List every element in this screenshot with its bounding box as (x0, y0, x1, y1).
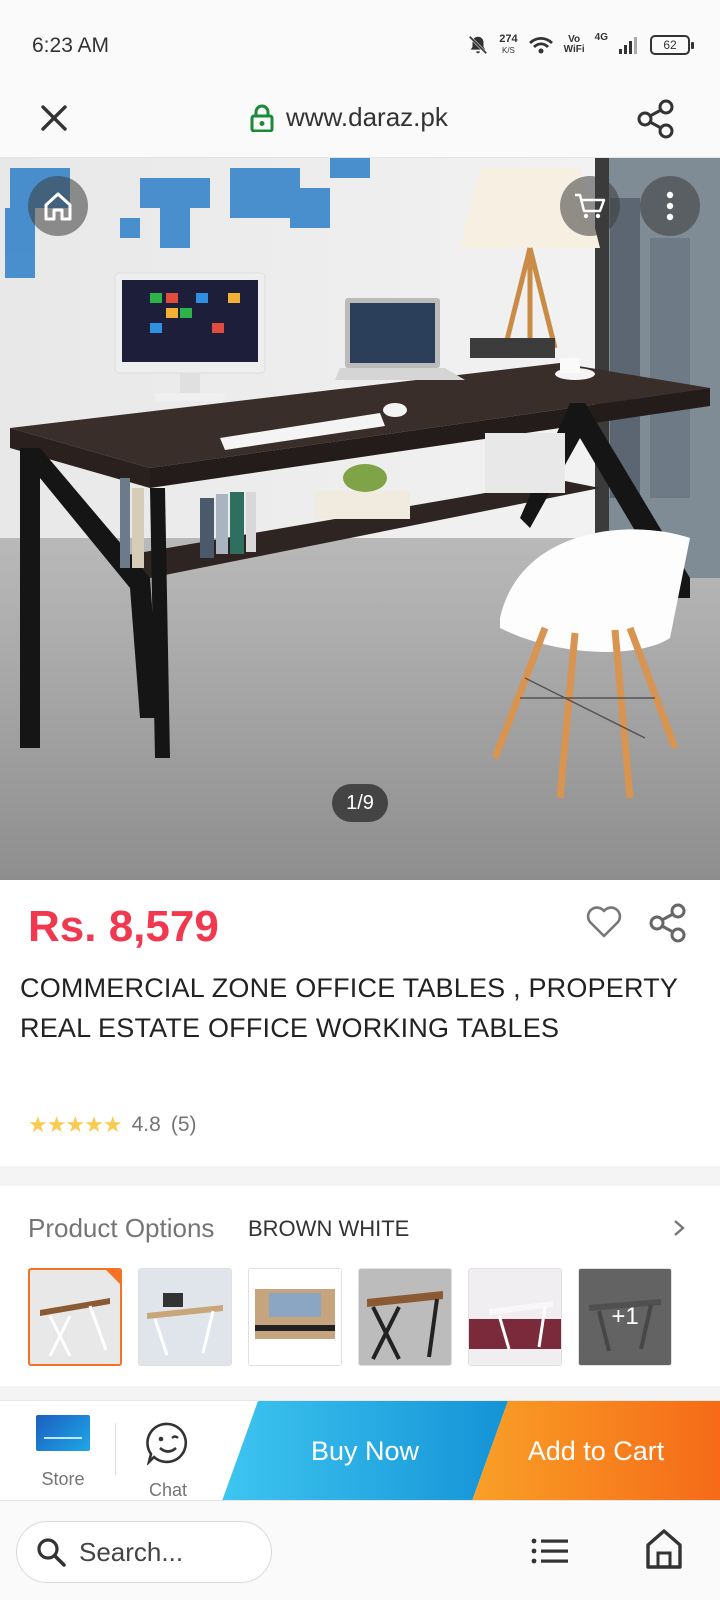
option-thumbnail[interactable] (28, 1268, 122, 1366)
home-icon (44, 192, 72, 221)
gallery-counter: 1/9 (332, 784, 388, 822)
browser-url-bar: www.daraz.pk (0, 80, 720, 158)
bottom-search-bar (0, 1500, 720, 1600)
option-thumbnail[interactable] (468, 1268, 562, 1366)
product-title: COMMERCIAL ZONE OFFICE TABLES , PROPERTY… (20, 973, 678, 1043)
store-button[interactable]: Store (28, 1415, 98, 1490)
buy-now-label: Buy Now (310, 1436, 420, 1466)
thumbnail-image (249, 1269, 341, 1365)
gallery-more-button[interactable] (640, 176, 700, 236)
close-icon[interactable] (34, 98, 74, 138)
store-logo (36, 1415, 90, 1451)
url-display[interactable]: www.daraz.pk (250, 102, 448, 133)
status-time: 6:23 AM (32, 34, 110, 57)
list-menu-icon[interactable] (530, 1531, 570, 1571)
search-icon (37, 1538, 66, 1567)
vowifi-label: Vo WiFi (563, 34, 585, 55)
chevron-right-icon[interactable] (668, 1214, 690, 1242)
product-options-value[interactable]: BROWN WHITE (248, 1216, 409, 1242)
status-icons: 274 K/S Vo WiFi 4G 62 (467, 30, 694, 60)
product-options-label: Product Options (28, 1213, 215, 1243)
add-to-cart-label: Add to Cart (527, 1436, 665, 1466)
share-icon[interactable] (648, 902, 688, 944)
signal-icon (619, 37, 637, 54)
option-thumbnail-more[interactable]: +1 (578, 1268, 672, 1366)
lock-icon (250, 104, 274, 132)
network-type: 4G (594, 32, 608, 43)
option-thumbnails: +1 (28, 1268, 672, 1366)
review-count: (5) (170, 1113, 197, 1136)
net-speed: 274 K/S (499, 33, 518, 56)
thumbnail-image (469, 1269, 561, 1365)
search-box[interactable] (16, 1521, 272, 1583)
section-divider (0, 1166, 720, 1186)
option-thumbnail[interactable] (358, 1268, 452, 1366)
more-count: +1 (611, 1303, 639, 1330)
wifi-icon (528, 37, 553, 54)
battery-icon: 62 (650, 35, 694, 55)
share-icon[interactable] (636, 98, 676, 140)
add-to-cart-button[interactable]: Add to Cart (472, 1401, 720, 1501)
search-input[interactable] (79, 1536, 259, 1568)
section-divider (0, 1386, 720, 1400)
thumbnail-image (139, 1269, 231, 1365)
heart-icon[interactable] (584, 902, 624, 942)
home-icon[interactable] (644, 1527, 684, 1571)
buy-now-button[interactable]: Buy Now (222, 1401, 508, 1501)
option-thumbnail[interactable] (138, 1268, 232, 1366)
status-bar: 6:23 AM 274 K/S Vo WiFi 4G 62 (0, 0, 720, 80)
thumbnail-image (30, 1270, 120, 1364)
gallery-home-button[interactable] (28, 176, 88, 236)
product-gallery[interactable] (0, 158, 720, 880)
more-icon (666, 191, 674, 221)
product-image (0, 158, 720, 880)
thumbnail-image (359, 1269, 451, 1365)
url-text: www.daraz.pk (286, 102, 448, 132)
store-label: Store (41, 1469, 85, 1489)
mute-bell-icon (469, 35, 488, 55)
option-thumbnail[interactable] (248, 1268, 342, 1366)
chat-smile-icon (146, 1422, 188, 1467)
product-price: Rs. 8,579 (28, 902, 219, 951)
product-rating[interactable]: ★★★★★ 4.8 (5) (28, 1112, 197, 1138)
chat-button[interactable]: Chat (132, 1421, 204, 1501)
cart-icon (575, 193, 606, 219)
star-rating-icon: ★★★★★ (28, 1112, 123, 1137)
divider (115, 1423, 116, 1475)
rating-value: 4.8 (131, 1113, 161, 1136)
gallery-cart-button[interactable] (560, 176, 620, 236)
purchase-action-bar: Store Chat Buy Now Add to Cart (0, 1400, 720, 1501)
chat-label: Chat (148, 1480, 188, 1500)
